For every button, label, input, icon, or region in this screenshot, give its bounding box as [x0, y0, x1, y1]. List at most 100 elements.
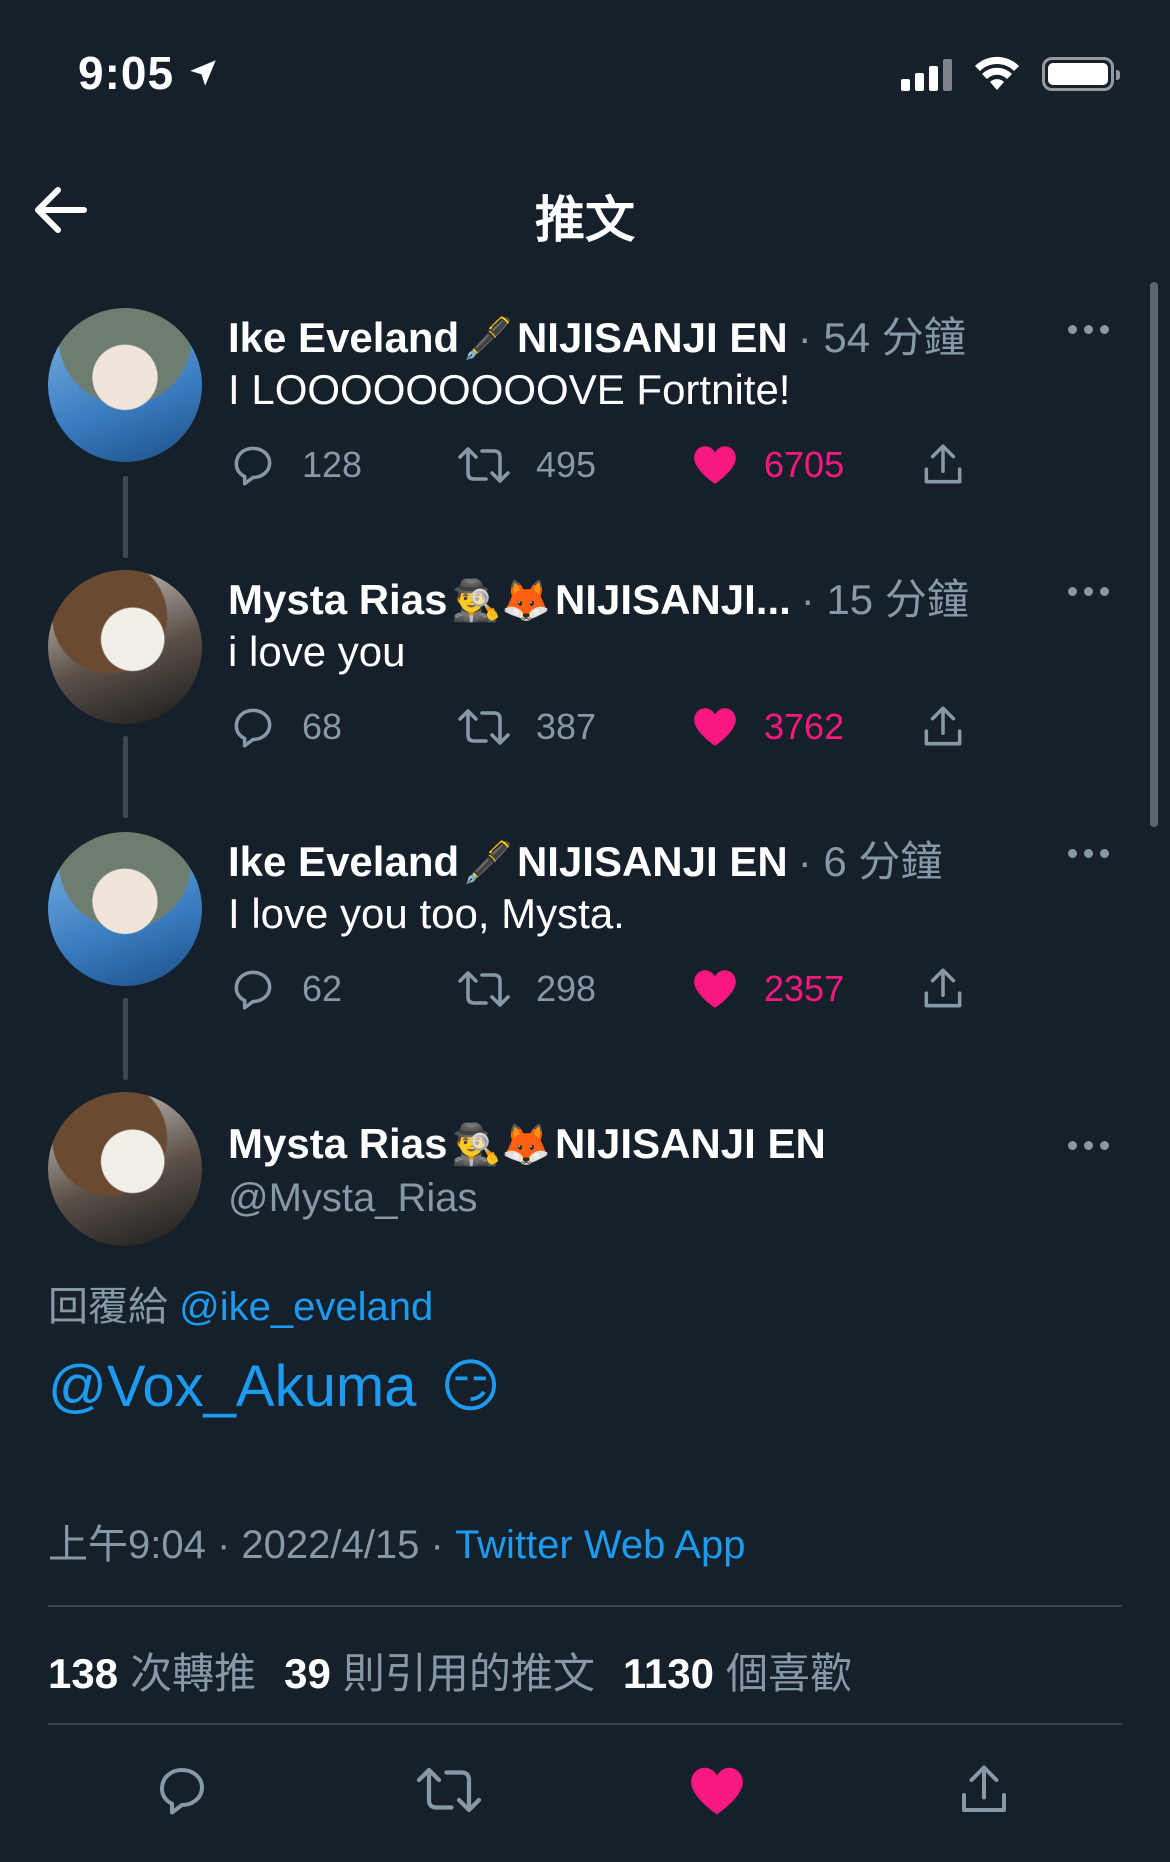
name-emoji: 🕵️‍♂️🦊	[451, 579, 552, 623]
avatar[interactable]	[48, 832, 202, 986]
name-emoji: 🖋️	[463, 841, 513, 885]
likes-label: 個喜歡	[725, 1650, 852, 1697]
more-options-button[interactable]	[1068, 1130, 1118, 1160]
retweet-count: 495	[536, 444, 597, 485]
retweets-count: 138	[48, 1650, 119, 1697]
battery-icon	[1042, 57, 1120, 91]
likes-stat[interactable]: 1130 個喜歡	[623, 1640, 852, 1701]
share-icon	[962, 1765, 1006, 1812]
display-name[interactable]: Mysta Rias	[228, 576, 447, 624]
reply-count: 128	[302, 444, 363, 485]
retweets-stat[interactable]: 138 次轉推	[48, 1640, 256, 1701]
tweet-text: I LOOOOOOOOOVE Fortnite!	[228, 366, 791, 413]
replying-to: 回覆給 @ike_eveland	[48, 1274, 433, 1332]
retweet-button[interactable]: 298	[456, 964, 596, 1014]
reply-button[interactable]	[152, 1760, 212, 1825]
more-options-button[interactable]	[1068, 314, 1118, 344]
retweet-icon	[416, 1767, 482, 1813]
tweet-time[interactable]: 上午9:04	[48, 1523, 206, 1567]
retweet-count: 387	[536, 706, 597, 747]
reply-button[interactable]: 62	[228, 964, 342, 1014]
avatar[interactable]	[48, 570, 202, 724]
tweet-header: Mysta Rias 🕵️‍♂️🦊 NIJISANJI... · 15 分鐘	[228, 566, 969, 627]
share-button[interactable]	[918, 440, 968, 490]
tweet-actions: 128 495 6705	[228, 440, 988, 500]
share-button[interactable]	[954, 1760, 1014, 1825]
like-button[interactable]: 6705	[690, 440, 844, 490]
name-emoji: 🕵️‍♂️🦊	[451, 1123, 552, 1167]
thread-connector	[123, 998, 128, 1080]
affiliation[interactable]: NIJISANJI EN	[517, 314, 788, 362]
share-icon	[924, 968, 962, 1008]
tweet-header: Mysta Rias 🕵️‍♂️🦊 NIJISANJI EN	[228, 1120, 826, 1168]
cellular-signal-icon	[901, 57, 952, 91]
location-arrow-icon	[190, 60, 216, 86]
smirk-emoji: 😏	[440, 1354, 501, 1419]
retweet-count: 298	[536, 968, 597, 1009]
display-name[interactable]: Ike Eveland	[228, 314, 459, 362]
main-tweet-actions	[0, 1760, 1170, 1830]
clock: 9:05	[78, 47, 175, 99]
divider	[48, 1723, 1122, 1725]
thread-connector	[123, 476, 128, 558]
status-time: 9:05	[78, 46, 220, 100]
tweet-source[interactable]: Twitter Web App	[455, 1523, 746, 1567]
tweet-header: Ike Eveland 🖋️ NIJISANJI EN · 6 分鐘	[228, 828, 942, 889]
page-title: 推文	[535, 192, 635, 248]
status-bar: 9:05	[0, 0, 1170, 150]
reply-button[interactable]: 128	[228, 440, 362, 490]
share-button[interactable]	[918, 702, 968, 752]
mention-link[interactable]: @Vox_Akuma	[48, 1353, 416, 1420]
reply-icon	[234, 446, 272, 486]
reply-count: 62	[302, 968, 343, 1009]
affiliation[interactable]: NIJISANJI EN	[517, 838, 788, 886]
reply-count: 68	[302, 706, 343, 747]
share-icon	[924, 706, 962, 746]
share-icon	[924, 444, 962, 484]
like-button[interactable]: 3762	[690, 702, 844, 752]
like-count: 6705	[764, 444, 845, 485]
more-options-button[interactable]	[1068, 838, 1118, 868]
more-options-button[interactable]	[1068, 576, 1118, 606]
likes-count: 1130	[622, 1650, 714, 1697]
retweet-button[interactable]	[414, 1760, 484, 1825]
avatar[interactable]	[48, 308, 202, 462]
tweet-actions: 62 298 2357	[228, 964, 988, 1024]
tweet-stats: 138 次轉推 39 則引用的推文 1130 個喜歡	[48, 1640, 852, 1701]
scrollbar[interactable]	[1150, 282, 1158, 827]
tweet-time[interactable]: · 6 分鐘	[798, 828, 943, 889]
reply-button[interactable]: 68	[228, 702, 342, 752]
status-indicators	[901, 56, 1120, 92]
retweets-label: 次轉推	[130, 1650, 257, 1697]
tweet-time[interactable]: · 54 分鐘	[798, 304, 966, 365]
nav-bar: 推文	[0, 160, 1170, 260]
like-count: 2357	[764, 968, 845, 1009]
affiliation[interactable]: NIJISANJI EN	[555, 1120, 826, 1168]
retweet-button[interactable]: 387	[456, 702, 596, 752]
share-button[interactable]	[918, 964, 968, 1014]
heart-filled-icon	[694, 446, 736, 484]
reply-to-link[interactable]: @ike_eveland	[179, 1285, 433, 1329]
like-button[interactable]: 2357	[690, 964, 844, 1014]
reply-icon	[160, 1768, 204, 1815]
display-name[interactable]: Ike Eveland	[228, 838, 459, 886]
affiliation[interactable]: NIJISANJI...	[555, 576, 791, 624]
like-button[interactable]	[686, 1760, 748, 1827]
quotes-stat[interactable]: 39 則引用的推文	[284, 1640, 595, 1701]
tweet-actions: 68 387 3762	[228, 702, 988, 762]
avatar[interactable]	[48, 1092, 202, 1246]
retweet-icon	[458, 447, 510, 483]
quotes-label: 則引用的推文	[342, 1650, 595, 1697]
user-handle[interactable]: @Mysta_Rias	[228, 1176, 478, 1221]
heart-filled-icon	[691, 1767, 743, 1815]
tweet-text: i love you	[228, 628, 406, 675]
wifi-icon	[975, 56, 1019, 90]
thread-connector	[123, 736, 128, 818]
name-emoji: 🖋️	[463, 317, 513, 361]
quotes-count: 39	[284, 1650, 331, 1697]
tweet-time[interactable]: · 15 分鐘	[801, 566, 969, 627]
retweet-button[interactable]: 495	[456, 440, 596, 490]
display-name[interactable]: Mysta Rias	[228, 1120, 447, 1168]
tweet-date[interactable]: 2022/4/15	[241, 1523, 419, 1567]
retweet-icon	[458, 709, 510, 745]
